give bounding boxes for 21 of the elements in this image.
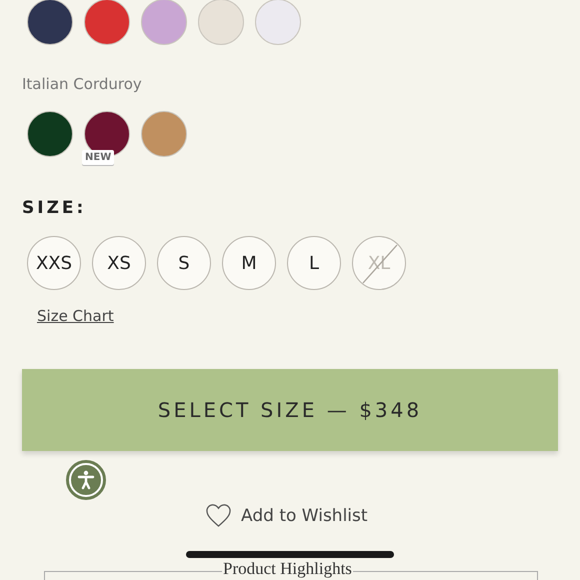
size-option[interactable]: XXS — [27, 236, 81, 290]
size-chart-link[interactable]: Size Chart — [37, 307, 114, 325]
color-swatch[interactable] — [27, 111, 73, 157]
size-option[interactable]: XS — [92, 236, 146, 290]
size-option[interactable]: M — [222, 236, 276, 290]
heart-icon — [205, 503, 232, 528]
section-title: Product Highlights — [222, 560, 353, 579]
wishlist-link[interactable]: Add to Wishlist — [205, 503, 368, 528]
swatch-group-label: Italian Corduroy — [22, 75, 143, 95]
color-swatch[interactable] — [141, 0, 187, 45]
new-badge: NEW — [82, 150, 114, 165]
color-swatch[interactable] — [84, 0, 130, 45]
color-swatch[interactable] — [255, 0, 301, 45]
size-label: SIZE: — [22, 198, 88, 220]
color-swatch[interactable] — [198, 0, 244, 45]
size-option[interactable]: L — [287, 236, 341, 290]
select-size-button[interactable]: SELECT SIZE — $348 — [22, 369, 558, 451]
accessibility-button[interactable] — [66, 460, 106, 500]
color-swatch[interactable] — [27, 0, 73, 45]
color-swatch[interactable] — [141, 111, 187, 157]
size-option[interactable]: S — [157, 236, 211, 290]
